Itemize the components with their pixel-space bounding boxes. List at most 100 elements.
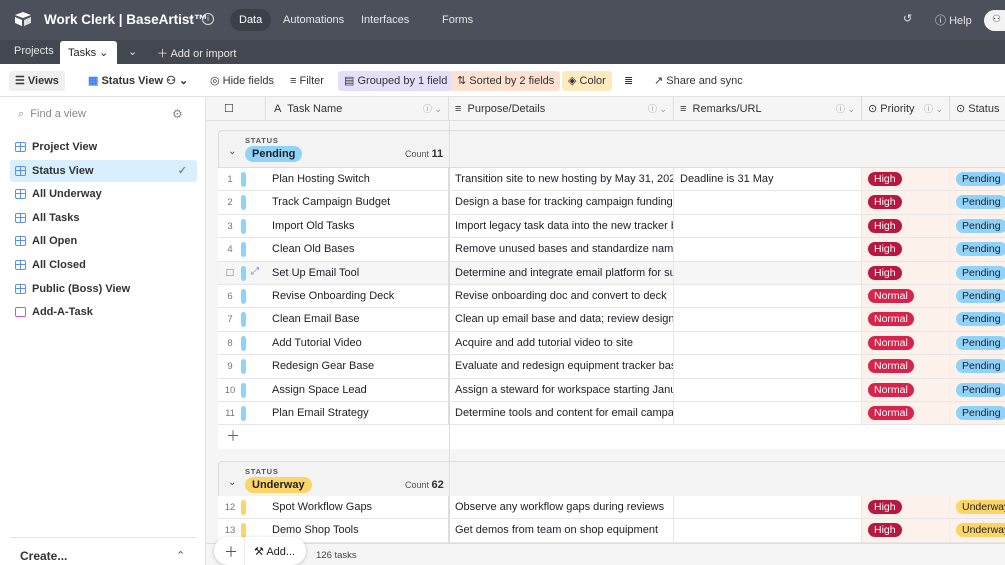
column-header-remarks[interactable]: ≡ Remarks/URL ⓘ ⌄ — [674, 97, 862, 121]
status-cell[interactable]: Underway — [950, 496, 1005, 519]
add-row-button[interactable]: ＋ — [218, 425, 1005, 450]
purpose-cell[interactable]: Acquire and add tutorial video to site — [449, 331, 674, 355]
sidebar-item-add-a-task[interactable]: Add-A-Task — [10, 301, 197, 323]
select-all-checkbox[interactable]: ☐ — [218, 97, 266, 121]
table-row[interactable]: 8 Add Tutorial Video Acquire and add tutor… — [218, 331, 1005, 356]
hide-fields-button[interactable]: ◎ Hide fields — [204, 71, 280, 91]
purpose-cell[interactable]: Revise onboarding doc and convert to dec… — [449, 285, 674, 308]
color-button[interactable]: ◈ Color — [562, 71, 612, 91]
table-row[interactable]: 4 Clean Old Bases Remove unused bases and … — [218, 238, 1005, 262]
row-checkbox[interactable]: ☐ — [226, 268, 235, 279]
tab-tasks[interactable]: Tasks ⌄ — [60, 41, 117, 64]
tables-chevron-icon[interactable]: ⌄ — [128, 45, 137, 58]
view-switcher[interactable]: ▦ Status View ⚇ ⌄ — [82, 71, 194, 91]
nav-forms[interactable]: Forms — [433, 9, 482, 31]
share-sync-button[interactable]: ↗ Share and sync — [648, 71, 749, 91]
base-title[interactable]: Work Clerk | BaseArtist™ — [44, 12, 207, 27]
remarks-cell[interactable] — [674, 519, 862, 542]
sidebar-item-all-open[interactable]: All Open — [10, 230, 197, 252]
status-cell[interactable]: Pending — [950, 402, 1005, 425]
task-name-cell[interactable]: Track Campaign Budget — [266, 191, 449, 214]
remarks-cell[interactable] — [674, 191, 862, 214]
chevron-down-icon[interactable]: ⌄ — [228, 146, 236, 157]
purpose-cell[interactable]: Design a base for tracking campaign fund… — [449, 191, 674, 214]
remarks-cell[interactable] — [674, 238, 862, 261]
nav-data[interactable]: Data — [230, 9, 272, 31]
group-header[interactable]: STATUS ⌄ Underway Count 62 — [218, 461, 1005, 497]
remarks-cell[interactable] — [674, 261, 862, 284]
chevron-up-icon[interactable]: ⌃ — [176, 549, 185, 562]
sidebar-item-public-boss-view[interactable]: Public (Boss) View — [10, 278, 197, 300]
priority-cell[interactable]: High — [862, 168, 950, 191]
priority-cell[interactable]: High — [862, 214, 950, 238]
priority-cell[interactable]: High — [862, 238, 950, 261]
row-height-icon[interactable]: ≣ — [618, 71, 639, 91]
priority-cell[interactable]: Normal — [862, 355, 950, 378]
find-view-input[interactable]: ⌕ Find a view — [18, 108, 86, 121]
priority-cell[interactable]: Normal — [862, 285, 950, 308]
table-row[interactable]: 3 Import Old Tasks Import legacy task data… — [218, 214, 1005, 239]
purpose-cell[interactable]: Determine tools and content for email ca… — [449, 402, 674, 425]
nav-automations[interactable]: Automations — [274, 9, 353, 31]
priority-cell[interactable]: Normal — [862, 331, 950, 355]
remarks-cell[interactable] — [674, 308, 862, 331]
priority-cell[interactable]: Normal — [862, 402, 950, 425]
status-cell[interactable]: Pending — [950, 191, 1005, 214]
remarks-cell[interactable] — [674, 285, 862, 308]
purpose-cell[interactable]: Get demos from team on shop equipment — [449, 519, 674, 542]
create-button[interactable]: Create... — [20, 549, 67, 563]
history-icon[interactable]: ↺ — [903, 12, 912, 25]
remarks-cell[interactable] — [674, 402, 862, 425]
status-cell[interactable]: Pending — [950, 308, 1005, 331]
table-row[interactable]: 11 Plan Email Strategy Determine tools and… — [218, 402, 1005, 426]
task-name-cell[interactable]: Clean Old Bases — [266, 238, 449, 261]
table-row[interactable]: 12 Spot Workflow Gaps Observe any workflow… — [218, 496, 1005, 520]
group-button[interactable]: ▤ Grouped by 1 field — [338, 71, 454, 91]
column-header-priority[interactable]: ⊙ Priority ⓘ ⌄ — [862, 97, 950, 121]
add-with-ai-button[interactable]: ⚒ Add... — [254, 545, 295, 558]
task-name-cell[interactable]: Revise Onboarding Deck — [266, 285, 449, 308]
status-cell[interactable]: Pending — [950, 331, 1005, 355]
remarks-cell[interactable] — [674, 331, 862, 355]
remarks-cell[interactable]: Deadline is 31 May — [674, 168, 862, 191]
chevron-down-icon[interactable]: ⌄ — [228, 477, 236, 488]
table-row[interactable]: 7 Clean Email Base Clean up email base and… — [218, 308, 1005, 332]
table-row[interactable]: 2 Track Campaign Budget Design a base for … — [218, 191, 1005, 215]
priority-cell[interactable]: High — [862, 261, 950, 284]
views-button[interactable]: ☰ Views — [9, 71, 65, 91]
task-name-cell[interactable]: Set Up Email Tool — [266, 261, 449, 284]
priority-cell[interactable]: High — [862, 191, 950, 214]
chevron-down-icon[interactable]: ⌄ — [187, 12, 195, 23]
sidebar-item-all-closed[interactable]: All Closed — [10, 254, 197, 276]
task-name-cell[interactable]: Redesign Gear Base — [266, 355, 449, 378]
column-header-status[interactable]: ⊙ Status — [950, 97, 1005, 121]
sidebar-item-all-underway[interactable]: All Underway — [10, 183, 197, 205]
task-name-cell[interactable]: Spot Workflow Gaps — [266, 496, 449, 519]
sort-button[interactable]: ⇅ Sorted by 2 fields — [451, 71, 561, 91]
task-name-cell[interactable]: Plan Hosting Switch — [266, 168, 449, 191]
share-users-icon[interactable]: ⚇ — [984, 10, 1005, 31]
table-row[interactable]: 13 Demo Shop Tools Get demos from team on … — [218, 519, 1005, 543]
info-icon[interactable]: i — [202, 13, 214, 25]
table-row[interactable]: ☐ ⤢ Set Up Email Tool Determine and integra… — [218, 261, 1005, 285]
priority-cell[interactable]: High — [862, 496, 950, 519]
sidebar-item-status-view[interactable]: Status View ✓ — [10, 159, 197, 182]
gear-icon[interactable]: ⚙ — [172, 107, 183, 121]
remarks-cell[interactable] — [674, 378, 862, 401]
purpose-cell[interactable]: Observe any workflow gaps during reviews — [449, 496, 674, 519]
task-name-cell[interactable]: Plan Email Strategy — [266, 402, 449, 425]
status-cell[interactable]: Underway — [950, 519, 1005, 542]
status-cell[interactable]: Pending — [950, 378, 1005, 401]
purpose-cell[interactable]: Clean up email base and data; review des… — [449, 308, 674, 331]
purpose-cell[interactable]: Evaluate and redesign equipment tracker … — [449, 355, 674, 378]
column-header-task-name[interactable]: A Task Name ⓘ ⌄ — [266, 97, 449, 121]
purpose-cell[interactable]: Import legacy task data into the new tra… — [449, 214, 674, 238]
purpose-cell[interactable]: Remove unused bases and standardize name… — [449, 238, 674, 261]
remarks-cell[interactable] — [674, 214, 862, 238]
task-name-cell[interactable]: Assign Space Lead — [266, 378, 449, 401]
tab-projects[interactable]: Projects — [14, 45, 54, 57]
filter-button[interactable]: ≡ Filter — [284, 71, 330, 91]
remarks-cell[interactable] — [674, 496, 862, 519]
purpose-cell[interactable]: Transition site to new hosting by May 31… — [449, 168, 674, 191]
status-cell[interactable]: Pending — [950, 355, 1005, 378]
